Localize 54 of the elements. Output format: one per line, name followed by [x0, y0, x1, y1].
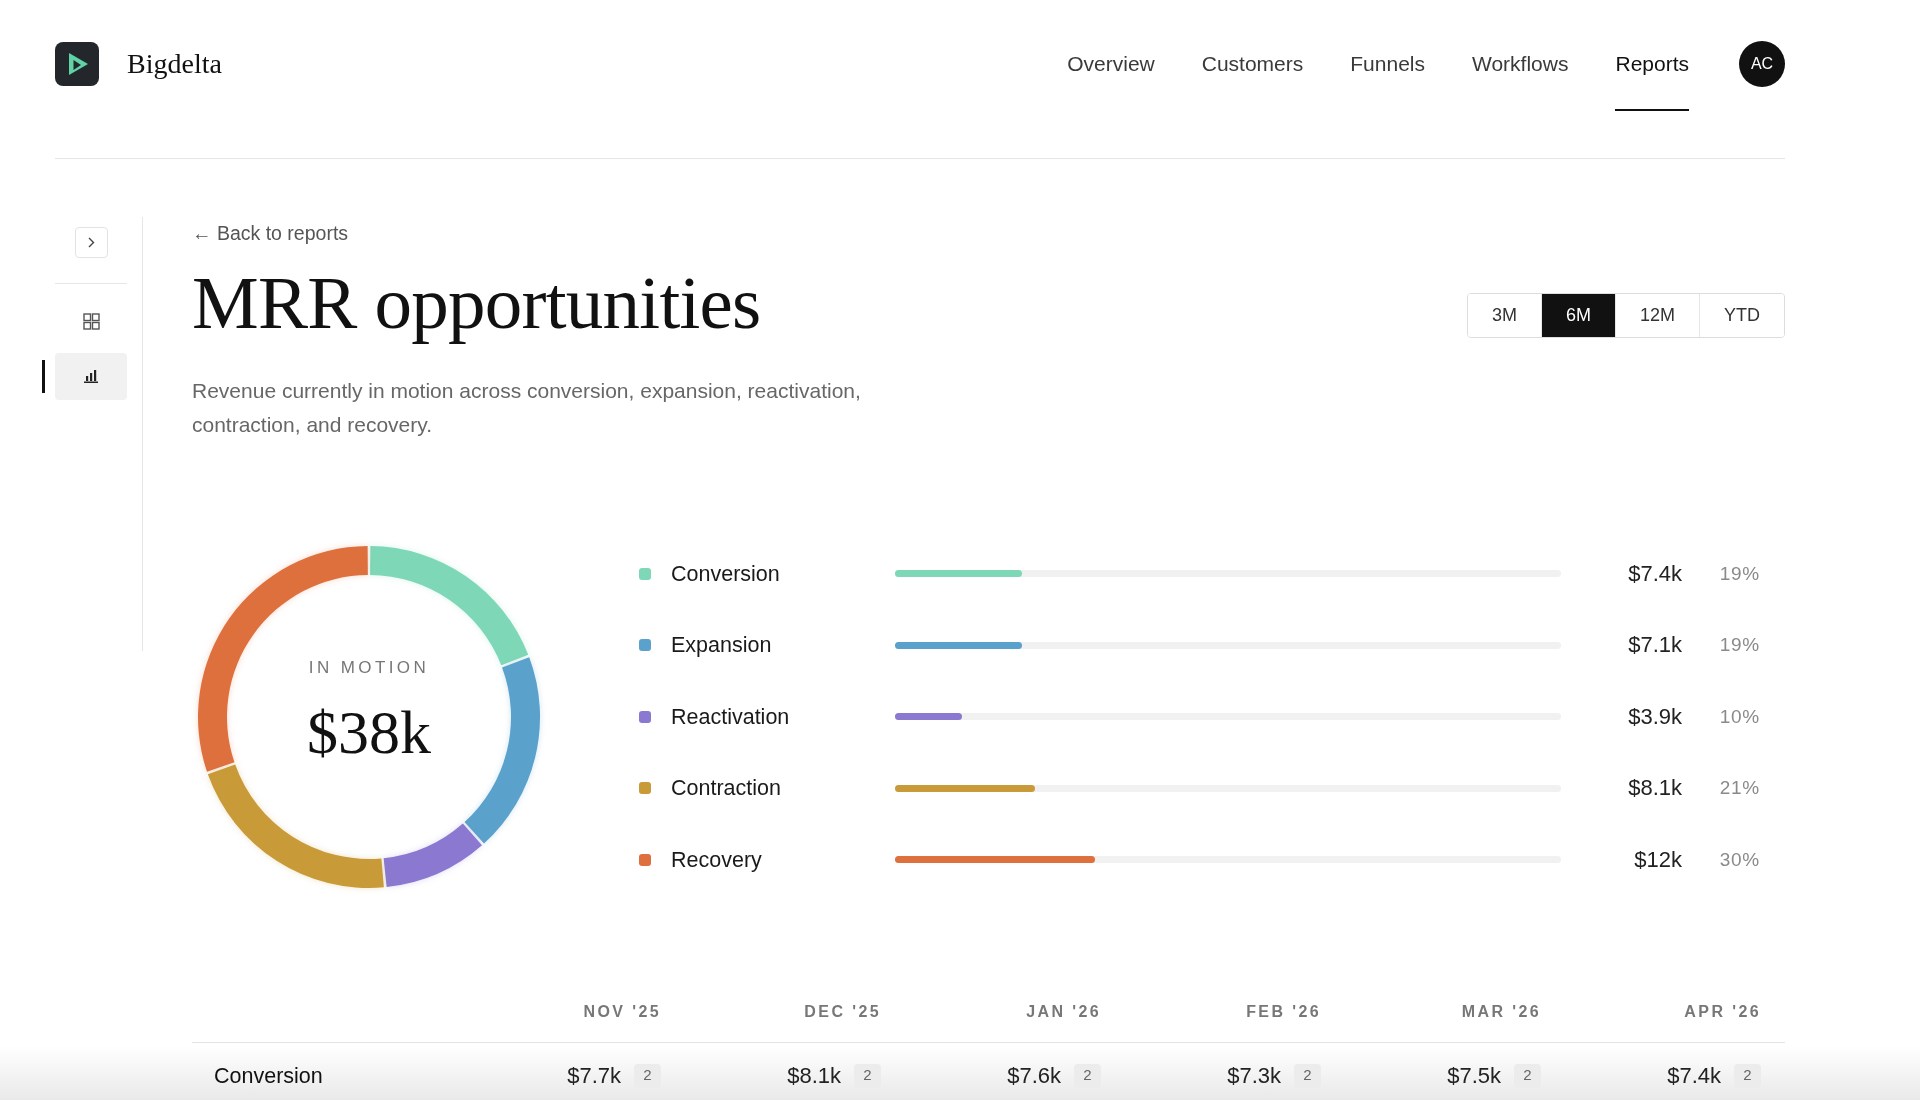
nav-tab[interactable]: Customers: [1201, 40, 1304, 111]
category-name: Recovery: [671, 846, 763, 873]
table-cell: $7.6k: [1007, 1063, 1061, 1088]
page-description: Revenue currently in motion across conversion, expansion, reactivation, contraction, and recovery.: [192, 378, 862, 438]
column-header: DEC '25: [804, 1001, 881, 1022]
center-label: IN MOTION: [308, 657, 430, 679]
brand-name: Bigdelta: [127, 47, 222, 81]
category-name: Reactivation: [671, 703, 791, 730]
expand-button[interactable]: [75, 227, 108, 258]
table-cell: $7.3k: [1227, 1063, 1281, 1088]
column-header: NOV '25: [583, 1001, 661, 1022]
count-badge: 2: [854, 1063, 881, 1088]
amount-value: $8.1k: [1628, 775, 1682, 802]
table-cell: $7.4k: [1667, 1063, 1721, 1088]
nav-tab[interactable]: Overview: [1067, 40, 1155, 111]
center-value: $38k: [307, 701, 431, 763]
avatar[interactable]: AC: [1739, 41, 1785, 87]
bar-chart-icon: [84, 370, 98, 383]
table-cell: $8.1k: [787, 1063, 841, 1088]
column-header: JAN '26: [1026, 1001, 1101, 1022]
nav-tab[interactable]: Funnels: [1350, 40, 1425, 111]
count-badge: 2: [1734, 1063, 1761, 1088]
amount-value: $12k: [1634, 846, 1682, 873]
share-percent: 10%: [1719, 704, 1760, 729]
sidebar-item[interactable]: [55, 353, 127, 400]
amount-value: $3.9k: [1628, 703, 1682, 730]
amount-value: $7.1k: [1628, 632, 1682, 659]
nav-tab[interactable]: Reports: [1615, 40, 1689, 111]
logo-icon: [55, 42, 99, 86]
count-badge: 2: [1074, 1063, 1101, 1088]
range-tab[interactable]: 6M: [1540, 294, 1615, 337]
category-name: Expansion: [671, 632, 773, 659]
share-percent: 30%: [1719, 847, 1760, 872]
share-percent: 19%: [1719, 561, 1760, 586]
table-cell: $7.7k: [567, 1063, 621, 1088]
back-link[interactable]: ← Back to reports: [192, 221, 349, 245]
table-cell: $7.5k: [1447, 1063, 1501, 1088]
category-name: Conversion: [671, 560, 781, 587]
grid-icon: [82, 313, 100, 330]
column-header: APR '26: [1684, 1001, 1761, 1022]
amount-value: $7.4k: [1628, 560, 1682, 587]
column-header: FEB '26: [1246, 1001, 1321, 1022]
share-percent: 19%: [1719, 633, 1760, 658]
range-tab[interactable]: YTD: [1699, 294, 1784, 337]
share-percent: 21%: [1719, 776, 1760, 801]
active-indicator: [42, 360, 45, 393]
count-badge: 2: [634, 1063, 661, 1088]
row-label: Conversion: [214, 1063, 323, 1088]
chevron-right-icon: [88, 237, 95, 248]
count-badge: 2: [1514, 1063, 1541, 1088]
column-header: MAR '26: [1461, 1001, 1541, 1022]
category-name: Contraction: [671, 775, 782, 802]
nav-tab[interactable]: Workflows: [1472, 40, 1569, 111]
count-badge: 2: [1294, 1063, 1321, 1088]
